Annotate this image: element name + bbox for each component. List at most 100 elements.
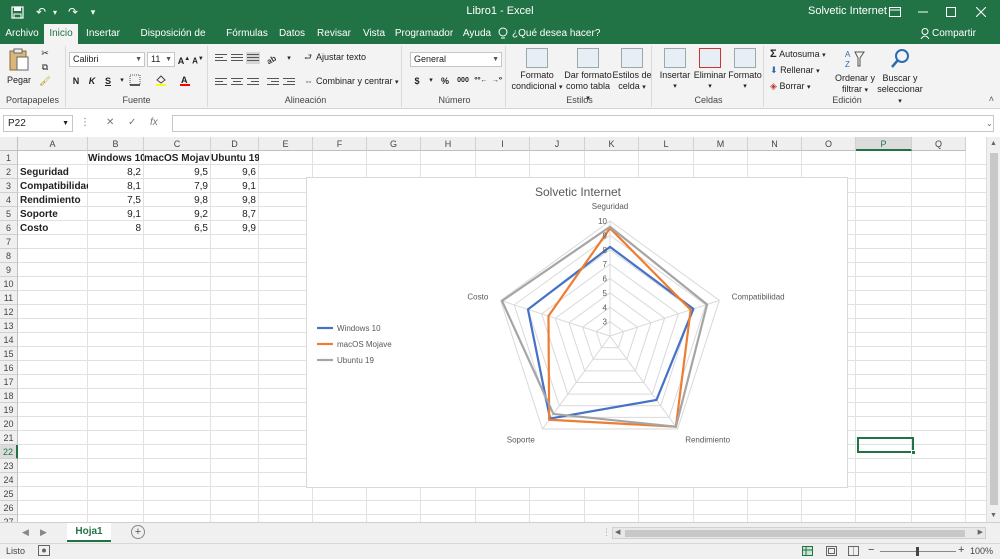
align-right-icon[interactable] xyxy=(246,76,260,88)
row-header-15[interactable]: 15 xyxy=(0,347,18,361)
value-cell[interactable]: 8 xyxy=(88,222,144,236)
value-cell[interactable]: 9,9 xyxy=(211,222,259,236)
row-header-21[interactable]: 21 xyxy=(0,431,18,445)
format-cells-button[interactable]: Formato ▾ xyxy=(728,48,762,92)
row-header-7[interactable]: 7 xyxy=(0,235,18,249)
increase-decimal-icon[interactable]: ⁰⁰← xyxy=(474,74,488,88)
fill-color-icon[interactable] xyxy=(154,74,168,88)
row-header-8[interactable]: 8 xyxy=(0,249,18,263)
cut-icon[interactable]: ✂ xyxy=(38,48,52,59)
row-header-20[interactable]: 20 xyxy=(0,417,18,431)
column-header-p[interactable]: P xyxy=(856,137,912,151)
fill-handle[interactable] xyxy=(911,450,916,455)
row-label-cell[interactable]: Seguridad xyxy=(20,166,88,180)
percent-button[interactable]: % xyxy=(438,74,452,88)
row-label-cell[interactable]: Compatibilidad xyxy=(20,180,88,194)
share-button[interactable]: Compartir xyxy=(932,24,976,44)
value-cell[interactable]: 7,5 xyxy=(88,194,144,208)
row-header-9[interactable]: 9 xyxy=(0,263,18,277)
row-header-25[interactable]: 25 xyxy=(0,487,18,501)
scroll-down-icon[interactable]: ▼ xyxy=(990,512,997,519)
wrap-text-button[interactable]: ⮐ Ajustar texto xyxy=(304,52,396,63)
row-header-6[interactable]: 6 xyxy=(0,221,18,235)
row-header-10[interactable]: 10 xyxy=(0,277,18,291)
radar-chart[interactable]: Seguridad Compatibilidad Rendimiento Soport… xyxy=(306,177,848,488)
orientation-dropdown-icon[interactable]: ▾ xyxy=(282,52,296,66)
horizontal-scrollbar[interactable]: ◀ ▶ xyxy=(612,527,986,539)
font-size-select[interactable]: 11 ▼ xyxy=(147,52,175,67)
column-header-f[interactable]: F xyxy=(313,137,367,151)
row-header-18[interactable]: 18 xyxy=(0,389,18,403)
save-icon[interactable] xyxy=(8,3,26,21)
decrease-indent-icon[interactable] xyxy=(266,76,280,88)
zoom-slider-thumb[interactable] xyxy=(916,547,919,556)
scroll-up-icon[interactable]: ▲ xyxy=(990,140,997,147)
ribbon-display-icon[interactable] xyxy=(882,2,908,22)
row-header-27[interactable]: 27 xyxy=(0,515,18,522)
autosum-button[interactable]: Σ Autosuma ▾ xyxy=(770,49,834,61)
account-name[interactable]: Solvetic Internet xyxy=(808,5,887,17)
maximize-icon[interactable] xyxy=(938,2,964,22)
decrease-decimal-icon[interactable]: →⁰ xyxy=(490,74,504,88)
row-header-12[interactable]: 12 xyxy=(0,305,18,319)
row-label-cell[interactable]: Rendimiento xyxy=(20,194,88,208)
bold-button[interactable]: N xyxy=(69,74,83,88)
align-left-icon[interactable] xyxy=(214,76,228,88)
column-header-h[interactable]: H xyxy=(421,137,476,151)
row-header-23[interactable]: 23 xyxy=(0,459,18,473)
tab-vista[interactable]: Vista xyxy=(360,24,388,44)
value-cell[interactable]: 9,2 xyxy=(144,208,211,222)
scroll-left-icon[interactable]: ◀ xyxy=(615,528,620,536)
value-cell[interactable]: 8,1 xyxy=(88,180,144,194)
row-header-3[interactable]: 3 xyxy=(0,179,18,193)
increase-font-icon[interactable]: A▲ xyxy=(177,52,191,66)
close-icon[interactable] xyxy=(968,2,994,22)
select-all-corner[interactable] xyxy=(0,137,18,151)
column-header-c[interactable]: C xyxy=(144,137,211,151)
cancel-entry-button[interactable]: ✕ xyxy=(106,117,114,128)
row-header-13[interactable]: 13 xyxy=(0,319,18,333)
column-header-b[interactable]: B xyxy=(88,137,144,151)
font-name-select[interactable]: Calibri ▼ xyxy=(69,52,145,67)
row-header-19[interactable]: 19 xyxy=(0,403,18,417)
sheet-tab-hoja1[interactable]: Hoja1 xyxy=(67,523,111,542)
column-header-l[interactable]: L xyxy=(639,137,694,151)
tab-ayuda[interactable]: Ayuda xyxy=(460,24,494,44)
page-layout-icon[interactable] xyxy=(826,546,837,558)
align-center-icon[interactable] xyxy=(230,76,244,88)
next-sheet-icon[interactable]: ▶ xyxy=(40,527,47,538)
conditional-format-button[interactable]: Formato condicional ▾ xyxy=(510,48,564,93)
confirm-entry-button[interactable]: ✓ xyxy=(128,117,136,128)
tab-archivo[interactable]: Archivo xyxy=(4,24,40,44)
thousands-button[interactable]: 000 xyxy=(454,74,472,88)
selected-cell[interactable] xyxy=(857,437,916,455)
orientation-icon[interactable]: ab xyxy=(265,52,280,67)
paste-button[interactable]: Pegar xyxy=(4,48,34,86)
accounting-dropdown-icon[interactable]: ▾ xyxy=(424,74,438,88)
clear-button[interactable]: ◈ Borrar ▾ xyxy=(770,81,834,93)
underline-button[interactable]: S xyxy=(101,74,115,88)
column-header-o[interactable]: O xyxy=(802,137,856,151)
row-header-4[interactable]: 4 xyxy=(0,193,18,207)
redo-icon[interactable]: ↷ xyxy=(64,3,82,21)
row-header-1[interactable]: 1 xyxy=(0,151,18,165)
row-header-11[interactable]: 11 xyxy=(0,291,18,305)
sort-filter-button[interactable]: AZ Ordenar y filtrar ▾ xyxy=(834,48,876,96)
scroll-thumb[interactable] xyxy=(990,153,998,505)
normal-view-icon[interactable] xyxy=(802,546,813,558)
column-header-n[interactable]: N xyxy=(748,137,802,151)
copy-icon[interactable]: ⧉ xyxy=(38,62,52,73)
zoom-in-button[interactable]: + xyxy=(958,544,964,556)
row-header-2[interactable]: 2 xyxy=(0,165,18,179)
row-label-cell[interactable]: Costo xyxy=(20,222,88,236)
collapse-ribbon-icon[interactable]: ˄ xyxy=(989,94,994,104)
header-cell[interactable]: Windows 10 xyxy=(88,152,144,166)
vertical-scrollbar[interactable]: ▲ ▼ xyxy=(986,137,1000,522)
tell-me-search[interactable]: ¿Qué desea hacer? xyxy=(512,24,600,44)
column-header-i[interactable]: I xyxy=(476,137,530,151)
value-cell[interactable]: 9,6 xyxy=(211,166,259,180)
value-cell[interactable]: 9,5 xyxy=(144,166,211,180)
zoom-level[interactable]: 100% xyxy=(970,546,993,556)
row-label-cell[interactable]: Soporte xyxy=(20,208,88,222)
name-box[interactable]: P22 ▼ xyxy=(3,115,73,132)
